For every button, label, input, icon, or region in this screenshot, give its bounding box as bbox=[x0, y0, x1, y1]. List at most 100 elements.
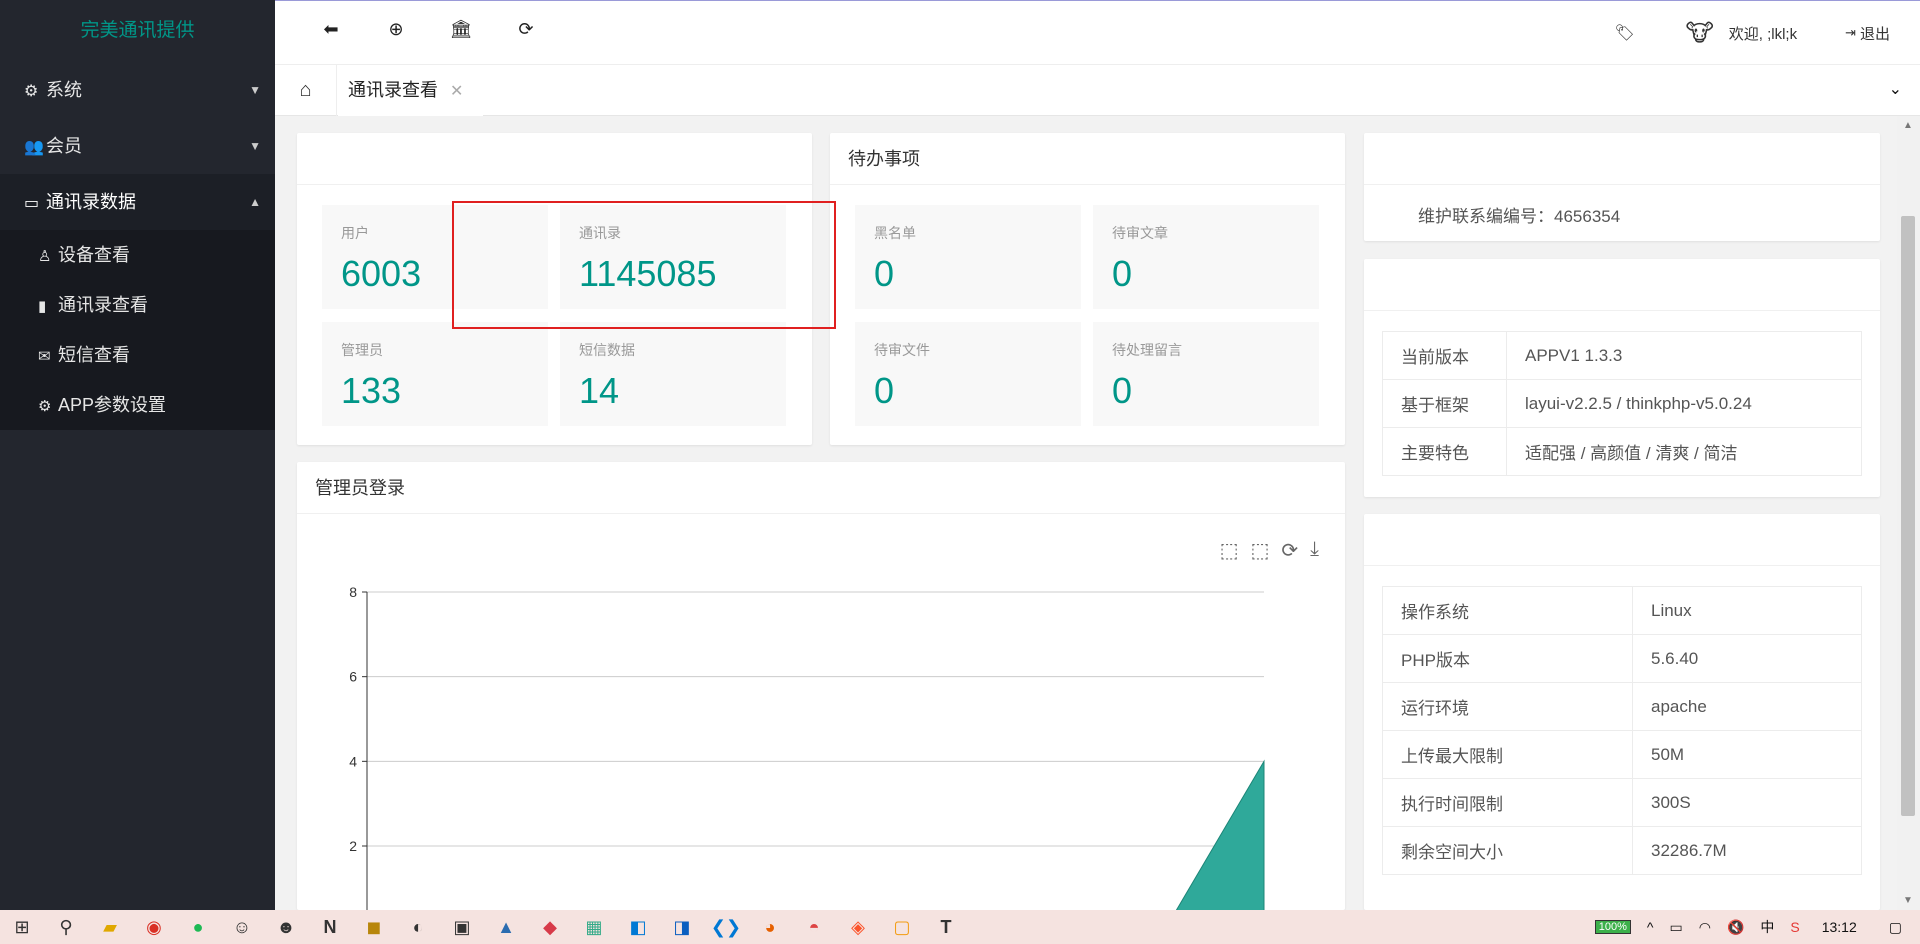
table-value: 300S bbox=[1632, 778, 1862, 827]
table-value: APPV1 1.3.3 bbox=[1506, 331, 1862, 380]
welcome-text[interactable]: 欢迎, ;lkl;k bbox=[1729, 23, 1797, 44]
tabs-bar: ⌂ 通讯录查看 ✕ ⌄ bbox=[275, 64, 1920, 116]
y-tick-label: 4 bbox=[349, 753, 357, 769]
terminal-icon[interactable]: ▣ bbox=[440, 910, 484, 944]
sidebar-subitem-label: 短信查看 bbox=[58, 345, 130, 365]
git-icon[interactable]: ◆ bbox=[528, 910, 572, 944]
back-arrow-icon[interactable]: ⬅ bbox=[318, 19, 344, 40]
page-scrollbar[interactable]: ▲ ▼ bbox=[1897, 116, 1920, 910]
zoom-icon[interactable]: ⬚ bbox=[1220, 538, 1239, 563]
contact-card: 维护联系编编号：4656354 bbox=[1364, 133, 1880, 241]
download-icon[interactable]: ⤓ bbox=[1310, 538, 1319, 563]
spotify-icon[interactable]: ● bbox=[176, 910, 220, 944]
sidebar-subitem-app-settings[interactable]: ⚙ APP参数设置 bbox=[0, 380, 275, 430]
speaker-muted-icon[interactable]: 🔇 bbox=[1727, 919, 1744, 936]
design-app-icon[interactable]: ◼ bbox=[352, 910, 396, 944]
obs-icon[interactable]: ◐ bbox=[396, 910, 440, 944]
chevron-up-icon[interactable]: ^ bbox=[1647, 919, 1654, 935]
wifi-icon[interactable]: ◠ bbox=[1699, 919, 1711, 936]
scroll-thumb[interactable] bbox=[1901, 216, 1915, 816]
sidebar-subitem-label: APP参数设置 bbox=[58, 395, 167, 415]
subnav: ♙ 设备查看 ▮ 通讯录查看 ✉ 短信查看 ⚙ APP参数设置 bbox=[0, 230, 275, 430]
table-key: 主要特色 bbox=[1382, 427, 1507, 476]
sidebar-subitem-devices[interactable]: ♙ 设备查看 bbox=[0, 230, 275, 280]
vscode-icon[interactable]: ❮❯ bbox=[704, 910, 748, 944]
azure-icon[interactable]: ◧ bbox=[616, 910, 660, 944]
sidebar-item-members[interactable]: 👥 会员 ▼ bbox=[0, 118, 275, 174]
logout-link[interactable]: 退出 bbox=[1860, 23, 1890, 44]
brand-title: 完美通讯提供 bbox=[80, 20, 195, 41]
notification-icon[interactable]: ▢ bbox=[1889, 919, 1902, 936]
app-squares-icon[interactable]: ▦ bbox=[572, 910, 616, 944]
stat-label: 待审文件 bbox=[874, 342, 930, 358]
sidebar-subitem-label: 通讯录查看 bbox=[58, 295, 148, 315]
chart-toolbox: ⬚ ⬚ ⟳ ⤓ bbox=[1220, 538, 1319, 563]
ime-indicator[interactable]: 中 bbox=[1760, 917, 1774, 937]
stat-label: 黑名单 bbox=[874, 225, 916, 241]
notion-icon[interactable]: N bbox=[308, 910, 352, 944]
mail-app-icon[interactable]: ◨ bbox=[660, 910, 704, 944]
table-row: 剩余空间大小 32286.7M bbox=[1382, 826, 1862, 875]
app-avatar-icon[interactable]: ☺ bbox=[220, 910, 264, 944]
app-avatar-icon-2[interactable]: ☻ bbox=[264, 910, 308, 944]
table-row: 主要特色 适配强 / 高颜值 / 清爽 / 简洁 bbox=[1382, 427, 1862, 476]
home-icon[interactable]: ⌂ bbox=[275, 65, 337, 116]
battery-indicator[interactable]: 100% bbox=[1594, 920, 1631, 934]
building-icon: ▮ bbox=[38, 298, 47, 315]
close-icon[interactable]: ✕ bbox=[450, 83, 463, 100]
table-key: 剩余空间大小 bbox=[1382, 826, 1633, 875]
chrome-icon[interactable]: ◉ bbox=[132, 910, 176, 944]
users-icon: 👥 bbox=[24, 139, 44, 156]
version-table: 当前版本 APPV1 1.3.3 基于框架 layui-v2.2.5 / think… bbox=[1382, 331, 1862, 476]
file-explorer-icon[interactable]: ▰ bbox=[88, 910, 132, 944]
brave-icon[interactable]: ◈ bbox=[836, 910, 880, 944]
sidebar-subitem-sms-view[interactable]: ✉ 短信查看 bbox=[0, 330, 275, 380]
windows-start-icon[interactable]: ⊞ bbox=[0, 910, 44, 944]
taskbar: ⊞ ⚲ ▰ ◉ ● ☺ ☻ N ◼ ◐ ▣ ▲ ◆ ▦ ◧ ◨ ❮❯ ◕ ◓ ◈… bbox=[0, 910, 1920, 944]
stat-admins[interactable]: 管理员 133 bbox=[322, 322, 548, 426]
sidebar-subitem-contacts-view[interactable]: ▮ 通讯录查看 bbox=[0, 280, 275, 330]
stats-card-header bbox=[297, 133, 812, 185]
avatar[interactable]: 🐮 bbox=[1680, 14, 1719, 52]
todo-pending-messages[interactable]: 待处理留言 0 bbox=[1093, 322, 1319, 426]
table-key: PHP版本 bbox=[1382, 634, 1633, 683]
stat-label: 待处理留言 bbox=[1112, 342, 1182, 358]
table-key: 运行环境 bbox=[1382, 682, 1633, 731]
app-triangle-icon[interactable]: ▲ bbox=[484, 910, 528, 944]
caret-down-icon: ▼ bbox=[249, 139, 261, 153]
caret-down-icon: ▼ bbox=[249, 83, 261, 97]
refresh-icon[interactable]: ⟳ bbox=[513, 19, 539, 40]
sidebar-item-contacts-data[interactable]: ▭ 通讯录数据 ▲ bbox=[0, 174, 275, 230]
todo-pending-articles[interactable]: 待审文章 0 bbox=[1093, 205, 1319, 309]
stat-value: 0 bbox=[1112, 253, 1133, 294]
bank-icon[interactable]: 🏛 bbox=[448, 19, 474, 40]
table-value: 适配强 / 高颜值 / 清爽 / 简洁 bbox=[1506, 427, 1862, 476]
sidebar-item-system[interactable]: ⚙ 系统 ▼ bbox=[0, 62, 275, 118]
stat-sms[interactable]: 短信数据 14 bbox=[560, 322, 786, 426]
logout-icon[interactable]: ⇥ bbox=[1845, 25, 1856, 41]
todo-pending-files[interactable]: 待审文件 0 bbox=[855, 322, 1081, 426]
snail-app-icon[interactable]: ◓ bbox=[792, 910, 836, 944]
lifebuoy-icon[interactable]: ⊕ bbox=[383, 19, 409, 40]
chevron-down-icon[interactable]: ⌄ bbox=[1889, 79, 1902, 99]
table-value: apache bbox=[1632, 682, 1862, 731]
scroll-down-icon[interactable]: ▼ bbox=[1903, 895, 1913, 906]
series-area[interactable] bbox=[367, 759, 1265, 910]
table-row: 运行环境 apache bbox=[1382, 682, 1862, 731]
search-icon[interactable]: ⚲ bbox=[44, 910, 88, 944]
tab-label: 通讯录查看 bbox=[348, 80, 438, 100]
restore-icon[interactable]: ⟳ bbox=[1281, 538, 1298, 563]
user-icon: ♙ bbox=[38, 248, 52, 265]
scroll-up-icon[interactable]: ▲ bbox=[1903, 120, 1913, 131]
firefox-icon[interactable]: ◕ bbox=[748, 910, 792, 944]
app-square-icon[interactable]: ▢ bbox=[880, 910, 924, 944]
clock[interactable]: 13:12 bbox=[1822, 919, 1857, 935]
tag-icon[interactable]: 🏷 bbox=[1614, 23, 1634, 43]
tab-contacts-view[interactable]: 通讯录查看 ✕ bbox=[338, 65, 484, 116]
todo-blacklist[interactable]: 黑名单 0 bbox=[855, 205, 1081, 309]
network-icon[interactable]: ▭ bbox=[1669, 919, 1682, 936]
ime-app-icon[interactable]: S bbox=[1790, 919, 1799, 935]
zoom-reset-icon[interactable]: ⬚ bbox=[1250, 538, 1269, 563]
stat-value: 0 bbox=[874, 370, 895, 411]
typora-icon[interactable]: T bbox=[924, 910, 968, 944]
